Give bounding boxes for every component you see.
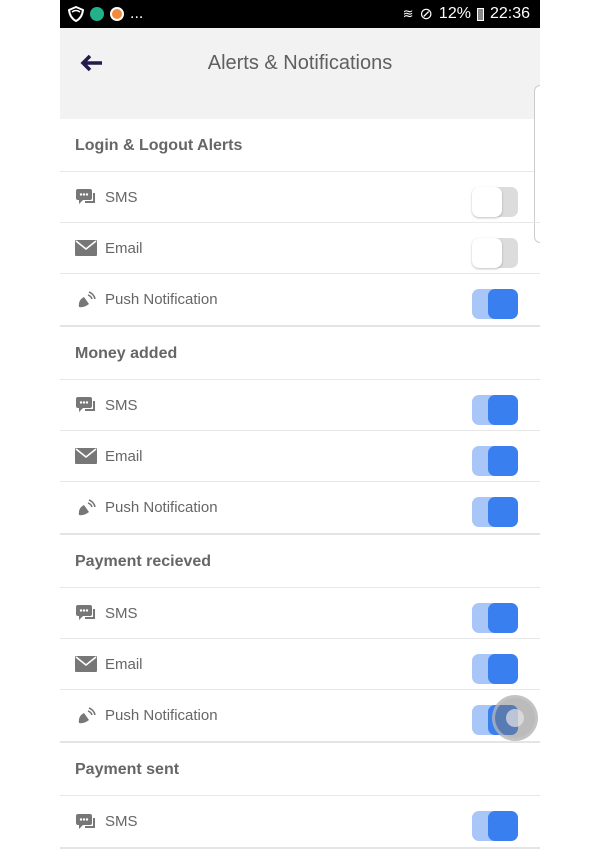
section-payment-recieved: Payment recieved SMS Email Push Notifica… (60, 535, 540, 743)
list-item: Push Notification (60, 482, 540, 533)
section-login-logout-alerts: Login & Logout Alerts SMS Email Push Not… (60, 119, 540, 327)
list-item: Email (60, 223, 540, 274)
app-header: Alerts & Notifications (60, 28, 540, 119)
section-title: Payment sent (60, 743, 540, 796)
email-icon (75, 655, 97, 673)
toggle-knob (488, 654, 518, 684)
sms-icon (75, 813, 97, 831)
toggle-switch[interactable] (472, 395, 518, 425)
toggle-knob (488, 446, 518, 476)
wifi-icon: ≋ (402, 6, 414, 21)
toggle-switch[interactable] (472, 289, 518, 319)
email-icon (75, 239, 97, 257)
toggle-knob (488, 811, 518, 841)
item-label: Push Notification (105, 499, 218, 516)
battery-percent: 12% (438, 5, 471, 22)
email-icon (75, 447, 97, 465)
page-title: Alerts & Notifications (207, 52, 393, 74)
item-label: Push Notification (105, 707, 218, 724)
item-label: SMS (105, 813, 138, 830)
section-title: Money added (60, 327, 540, 380)
list-item: SMS (60, 172, 540, 223)
toggle-switch[interactable] (472, 654, 518, 684)
item-label: SMS (105, 604, 138, 622)
item-label: Email (105, 655, 143, 673)
item-label: Push Notification (105, 291, 218, 308)
bell-ring-icon (75, 706, 97, 725)
item-label: Email (105, 239, 143, 257)
app-screen: ... ≋ ⊘ 12% 22:36 Alerts & Notifications… (60, 0, 540, 849)
item-label: Email (105, 447, 143, 465)
item-label: SMS (105, 396, 138, 414)
touch-indicator (492, 695, 538, 741)
section-title: Payment recieved (60, 535, 540, 588)
list-item: SMS (60, 796, 540, 847)
clock: 22:36 (489, 5, 530, 22)
toggle-knob (488, 395, 518, 425)
more-notifications: ... (130, 5, 144, 22)
toggle-switch[interactable] (472, 187, 518, 217)
toggle-knob (488, 603, 518, 633)
app-notification-icon (110, 7, 124, 21)
list-item: SMS (60, 588, 540, 639)
list-item: Push Notification (60, 690, 540, 741)
settings-list: Login & Logout Alerts SMS Email Push Not… (60, 119, 540, 849)
list-item: Email (60, 639, 540, 690)
toggle-knob (488, 289, 518, 319)
toggle-knob (472, 187, 502, 217)
section-money-added: Money added SMS Email Push Notification (60, 327, 540, 535)
toggle-switch[interactable] (472, 446, 518, 476)
toggle-switch[interactable] (472, 603, 518, 633)
vpn-shield-icon (68, 6, 84, 22)
section-payment-sent: Payment sent SMS (60, 743, 540, 849)
list-item: Push Notification (60, 274, 540, 325)
toggle-switch[interactable] (472, 497, 518, 527)
toggle-knob (472, 238, 502, 268)
toggle-switch[interactable] (472, 811, 518, 841)
list-item: Email (60, 431, 540, 482)
toggle-knob (488, 497, 518, 527)
do-not-disturb-icon: ⊘ (419, 6, 433, 23)
sms-icon (75, 396, 97, 414)
app-notification-icon (90, 7, 104, 21)
sms-icon (75, 604, 97, 622)
list-item: SMS (60, 380, 540, 431)
item-label: SMS (105, 188, 138, 206)
bell-ring-icon (75, 290, 97, 309)
status-bar: ... ≋ ⊘ 12% 22:36 (60, 0, 540, 28)
sms-icon (75, 188, 97, 206)
section-title: Login & Logout Alerts (60, 119, 540, 172)
bell-ring-icon (75, 498, 97, 517)
battery-icon (476, 7, 484, 21)
toggle-switch[interactable] (472, 238, 518, 268)
